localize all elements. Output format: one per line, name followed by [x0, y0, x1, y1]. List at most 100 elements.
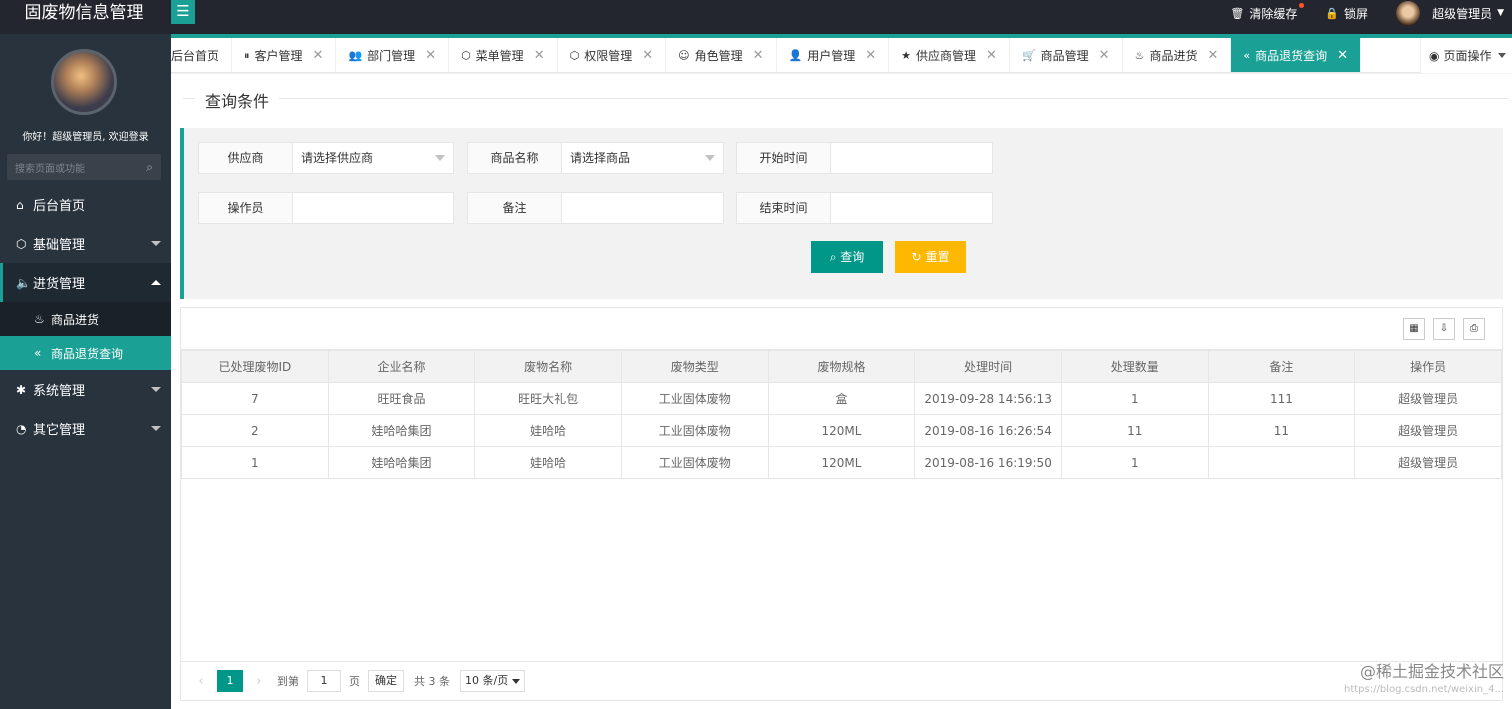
column-header[interactable]: 操作员	[1354, 350, 1502, 383]
column-header[interactable]: 废物类型	[620, 350, 769, 383]
column-header[interactable]: 废物规格	[767, 350, 916, 383]
column-header[interactable]: 企业名称	[327, 350, 476, 383]
table-cell: 2	[181, 414, 329, 447]
column-header[interactable]: 处理时间	[914, 350, 1062, 383]
goto-confirm-button[interactable]: 确定	[368, 670, 404, 692]
chevron-down-icon	[1497, 53, 1506, 58]
table-cell: 娃哈哈	[474, 414, 622, 447]
menu-toggle-button[interactable]: ☰	[171, 0, 195, 24]
table-cell: 1	[1060, 446, 1209, 479]
table-row[interactable]: 2 娃哈哈集团 娃哈哈 工业固体废物 120ML 2019-08-16 16:2…	[181, 414, 1502, 447]
tab-goods[interactable]: 🛒 商品管理 ✕	[1010, 38, 1123, 72]
end-time-label: 结束时间	[737, 193, 831, 223]
print-button[interactable]: ⎙	[1463, 318, 1485, 340]
start-time-field: 开始时间	[736, 142, 993, 174]
close-icon[interactable]: ✕	[753, 48, 764, 63]
top-right-actions: 🗑 清除缓存 🔒 锁屏 超级管理员 ▼	[1230, 0, 1512, 26]
close-icon[interactable]: ✕	[1337, 48, 1348, 63]
tab-goods-in[interactable]: ♨ 商品进货 ✕	[1123, 38, 1232, 72]
table-cell: 111	[1207, 382, 1356, 415]
column-header[interactable]: 已处理废物ID	[181, 350, 329, 383]
sidebar-item-label: 进货管理	[33, 277, 86, 292]
sidebar-item-home[interactable]: ⌂ 后台首页	[0, 185, 171, 224]
cube-icon: ⬡	[16, 236, 27, 251]
close-icon[interactable]: ✕	[986, 48, 997, 63]
circle-arrow-icon: ◔	[16, 421, 27, 436]
prev-page-icon[interactable]: ‹	[191, 674, 211, 689]
table-cell: 娃哈哈	[474, 446, 622, 479]
sidebar-child-goods-in[interactable]: ♨ 商品进货	[0, 302, 171, 336]
tab-label: 部门管理	[367, 49, 416, 63]
sidebar-item-basic[interactable]: ⬡ 基础管理	[0, 224, 171, 263]
tab-home[interactable]: 后台首页	[171, 38, 233, 72]
goods-select[interactable]: 请选择商品	[562, 143, 723, 173]
main-content: 查询条件 供应商 请选择供应商 商品名称 请选择商品 开始时间 操作员 备注 结…	[171, 74, 1512, 709]
close-icon[interactable]: ✕	[313, 48, 324, 63]
column-header[interactable]: 处理数量	[1060, 350, 1209, 383]
tab-permission[interactable]: ⬡ 权限管理 ✕	[558, 38, 667, 72]
tab-label: 角色管理	[694, 49, 743, 63]
avatar[interactable]	[51, 49, 117, 115]
sidebar-child-goods-return[interactable]: « 商品退货查询	[0, 336, 171, 370]
sidebar-item-label: 系统管理	[33, 384, 86, 399]
lock-icon: 🔒	[1325, 6, 1340, 20]
user-menu[interactable]: 超级管理员 ▼	[1396, 1, 1504, 25]
tab-label: 商品管理	[1040, 49, 1089, 63]
sidebar-search-input[interactable]: 搜索页面或功能 ⌕	[7, 154, 161, 180]
operator-field: 操作员	[198, 192, 454, 224]
column-header[interactable]: 废物名称	[474, 350, 622, 383]
next-page-icon[interactable]: ›	[249, 674, 269, 689]
star-icon: ★	[901, 49, 912, 62]
page-size-select[interactable]: 10 条/页	[460, 670, 526, 692]
tab-customer[interactable]: ⏸ 客户管理 ✕	[232, 38, 337, 72]
start-time-input[interactable]	[831, 143, 992, 173]
tab-supplier[interactable]: ★ 供应商管理 ✕	[889, 38, 1010, 72]
tab-bar: 后台首页 ⏸ 客户管理 ✕ 👥 部门管理 ✕ ⬡ 菜单管理 ✕ ⬡ 权限管理 ✕…	[171, 38, 1512, 73]
end-time-field: 结束时间	[736, 192, 993, 224]
goto-page-input[interactable]: 1	[307, 670, 341, 692]
table-row[interactable]: 7 旺旺食品 旺旺大礼包 工业固体废物 盒 2019-09-28 14:56:1…	[181, 382, 1502, 415]
remark-input[interactable]	[562, 193, 723, 223]
data-table-container: ▦ ⇩ ⎙ 已处理废物ID 企业名称 废物名称 废物类型 废物规格 处理时间 处…	[180, 307, 1503, 701]
goods-field: 商品名称 请选择商品	[467, 142, 724, 174]
close-icon[interactable]: ✕	[865, 48, 876, 63]
tab-label: 权限管理	[584, 49, 633, 63]
end-time-input[interactable]	[831, 193, 992, 223]
table-cell: 娃哈哈集团	[327, 446, 476, 479]
tab-goods-return[interactable]: « 商品退货查询 ✕	[1231, 38, 1362, 72]
tab-role[interactable]: ☺ 角色管理 ✕	[666, 38, 777, 72]
caret-up-icon	[151, 280, 161, 285]
table-row[interactable]: 1 娃哈哈集团 娃哈哈 工业固体废物 120ML 2019-08-16 16:1…	[181, 446, 1502, 479]
close-icon[interactable]: ✕	[425, 48, 436, 63]
current-page[interactable]: 1	[217, 670, 243, 692]
goods-value: 请选择商品	[570, 151, 631, 165]
tab-user[interactable]: 👤 用户管理 ✕	[777, 38, 890, 72]
start-time-label: 开始时间	[737, 143, 831, 173]
tab-menu[interactable]: ⬡ 菜单管理 ✕	[449, 38, 558, 72]
page-operations-dropdown[interactable]: ◉ 页面操作	[1420, 38, 1512, 73]
close-icon[interactable]: ✕	[642, 48, 653, 63]
sidebar-item-other[interactable]: ◔ 其它管理	[0, 409, 171, 448]
export-button[interactable]: ⇩	[1433, 318, 1455, 340]
search-icon[interactable]: ⌕	[146, 160, 153, 175]
clear-cache-button[interactable]: 🗑 清除缓存	[1230, 2, 1305, 22]
columns-filter-button[interactable]: ▦	[1403, 318, 1425, 340]
target-icon: ◉	[1429, 48, 1440, 63]
close-icon[interactable]: ✕	[1207, 48, 1218, 63]
table-cell	[1207, 446, 1356, 479]
operator-input[interactable]	[293, 193, 453, 223]
supplier-select[interactable]: 请选择供应商	[293, 143, 453, 173]
column-header[interactable]: 备注	[1207, 350, 1356, 383]
sidebar-item-system[interactable]: ✱ 系统管理	[0, 370, 171, 409]
close-icon[interactable]: ✕	[1099, 48, 1110, 63]
grid-icon: ▦	[1409, 323, 1419, 334]
tab-department[interactable]: 👥 部门管理 ✕	[336, 38, 450, 72]
search-button[interactable]: ⌕ 查询	[811, 241, 883, 273]
table-cell: 7	[181, 382, 329, 415]
reset-button[interactable]: ↻ 重置	[895, 241, 966, 273]
sidebar-item-purchase[interactable]: 🔈 进货管理	[0, 263, 171, 302]
close-icon[interactable]: ✕	[534, 48, 545, 63]
tab-label: 后台首页	[171, 49, 220, 63]
lock-screen-button[interactable]: 🔒 锁屏	[1325, 5, 1368, 22]
watermark-url: https://blog.csdn.net/weixin_4...	[1343, 684, 1504, 695]
